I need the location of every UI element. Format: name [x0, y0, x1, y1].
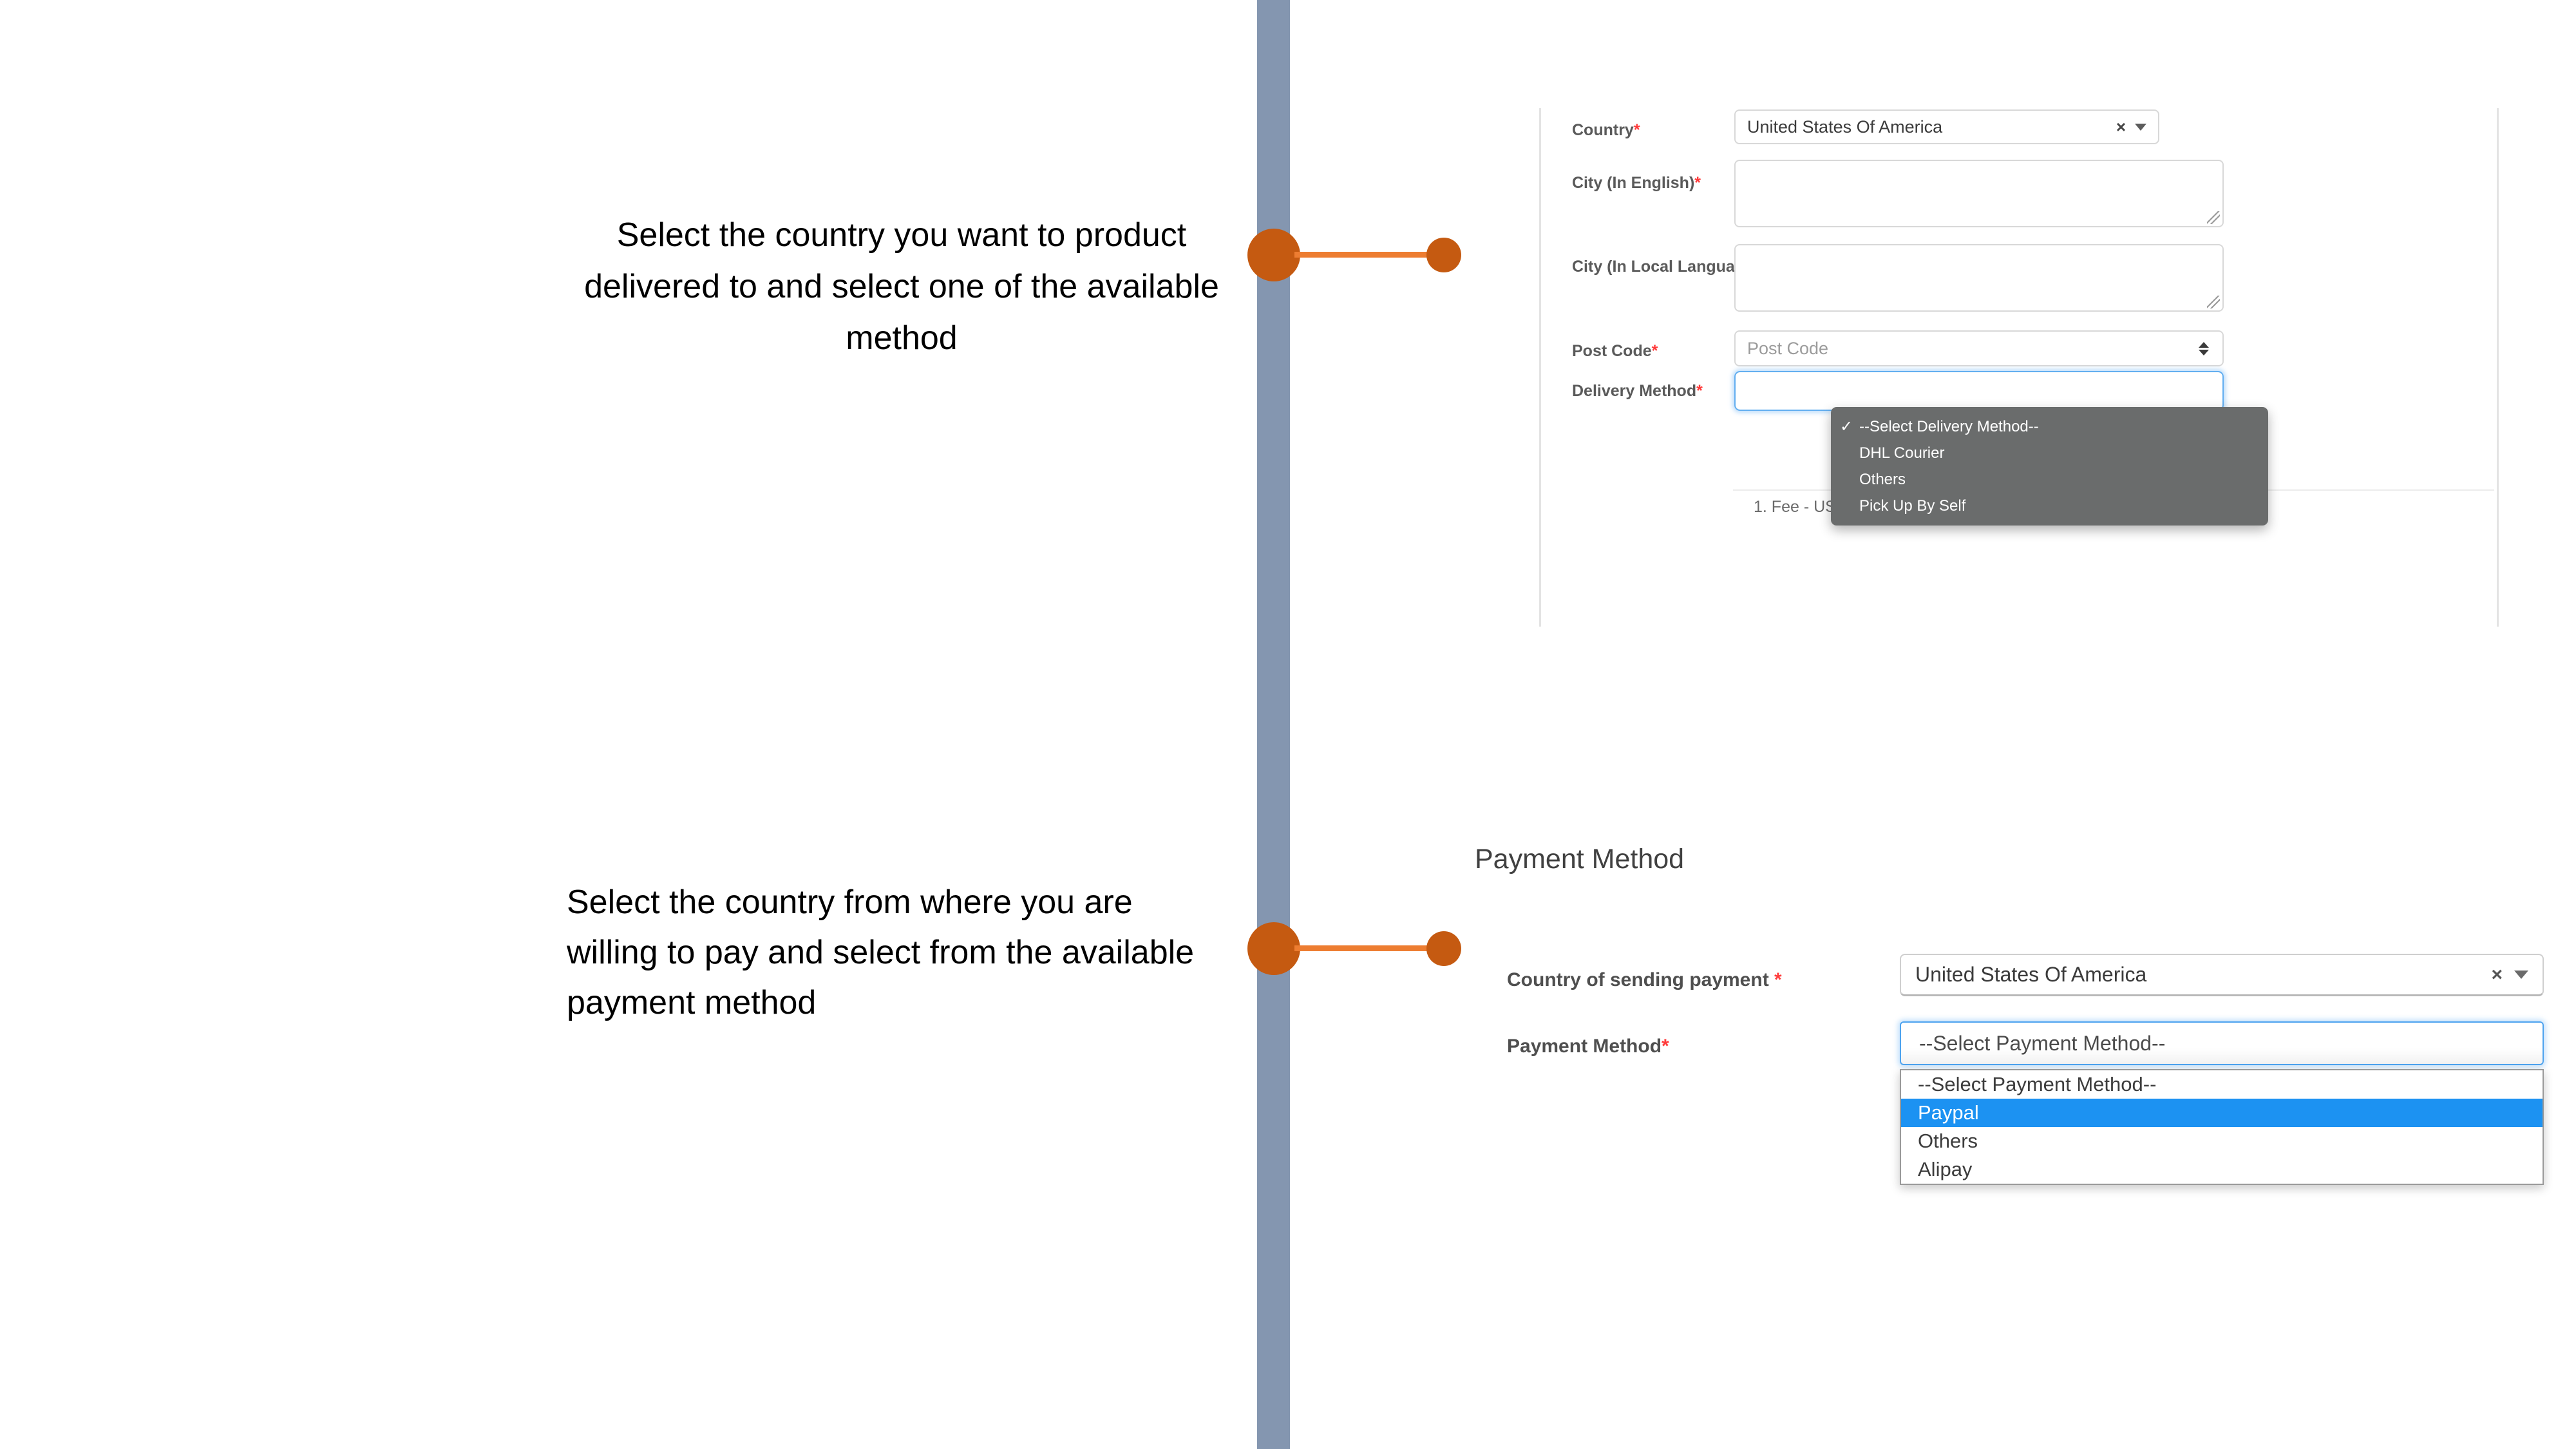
city-local-label: City (In Local Language) — [1572, 258, 1759, 276]
payment-method-select[interactable]: --Select Payment Method-- — [1900, 1021, 2544, 1065]
payment-callout-connector-line — [1294, 945, 1433, 951]
payment-method-label: Payment Method* — [1507, 1036, 1669, 1057]
delivery-callout-node-small — [1426, 238, 1461, 272]
post-code-label: Post Code* — [1572, 342, 1658, 360]
required-asterisk: * — [1662, 1036, 1669, 1057]
spinner-down-icon[interactable] — [2199, 349, 2209, 355]
delivery-callout-node-large — [1247, 229, 1300, 281]
required-asterisk: * — [1651, 342, 1658, 360]
payment-option-alipay[interactable]: Alipay — [1901, 1155, 2543, 1184]
checkmark-icon: ✓ — [1840, 444, 1859, 462]
required-asterisk: * — [1774, 969, 1782, 990]
delivery-option-others[interactable]: ✓ Others — [1831, 466, 2268, 493]
delivery-form-panel: Country* United States Of America × City… — [1539, 108, 2499, 627]
resize-grip-icon[interactable] — [2207, 211, 2220, 224]
delivery-option-label: Pick Up By Self — [1859, 497, 1966, 515]
delivery-callout-text: Select the country you want to product d… — [584, 216, 1219, 357]
clear-icon[interactable]: × — [2491, 965, 2503, 985]
payment-method-dropdown[interactable]: --Select Payment Method-- Paypal Others … — [1900, 1069, 2544, 1185]
delivery-option-dhl-courier[interactable]: ✓ DHL Courier — [1831, 440, 2268, 466]
country-of-payment-value: United States Of America — [1915, 963, 2147, 986]
payment-option-label: Paypal — [1918, 1101, 1979, 1124]
post-code-input[interactable]: Post Code — [1734, 330, 2224, 366]
delivery-option-label: --Select Delivery Method-- — [1859, 417, 2039, 435]
delivery-method-dropdown[interactable]: ✓ --Select Delivery Method-- ✓ DHL Couri… — [1831, 407, 2268, 526]
country-of-payment-label: Country of sending payment * — [1507, 969, 1782, 990]
number-spinner-icon[interactable] — [2197, 341, 2211, 355]
spinner-up-icon[interactable] — [2199, 341, 2209, 348]
city-local-textarea[interactable] — [1734, 244, 2224, 312]
delivery-option-pick-up-by-self[interactable]: ✓ Pick Up By Self — [1831, 493, 2268, 519]
payment-section-heading: Payment Method — [1475, 844, 1685, 875]
checkmark-icon: ✓ — [1840, 418, 1853, 435]
payment-option-label: Alipay — [1918, 1158, 1973, 1180]
checkmark-icon: ✓ — [1840, 470, 1859, 489]
delivery-method-label: Delivery Method* — [1572, 382, 1703, 400]
checkmark-icon: ✓ — [1840, 497, 1859, 515]
resize-grip-icon[interactable] — [2207, 296, 2220, 308]
payment-callout-node-small — [1426, 931, 1461, 966]
post-code-placeholder: Post Code — [1747, 338, 1829, 358]
delivery-option-label: Others — [1859, 470, 1906, 488]
payment-option-others[interactable]: Others — [1901, 1127, 2543, 1155]
required-asterisk: * — [1694, 174, 1701, 192]
delivery-option-select[interactable]: ✓ --Select Delivery Method-- — [1831, 413, 2268, 440]
delivery-method-select[interactable] — [1734, 371, 2224, 411]
payment-option-label: Others — [1918, 1130, 1978, 1152]
required-asterisk: * — [1696, 382, 1703, 400]
country-of-payment-select[interactable]: United States Of America × — [1900, 954, 2544, 996]
payment-callout-text: Select the country from where you are wi… — [567, 884, 1195, 1021]
delivery-callout-connector-line — [1294, 252, 1433, 258]
payment-option-paypal[interactable]: Paypal — [1901, 1099, 2543, 1127]
caret-down-icon[interactable] — [2514, 971, 2528, 979]
payment-method-value: --Select Payment Method-- — [1919, 1031, 2166, 1055]
city-english-label: City (In English)* — [1572, 174, 1701, 192]
delivery-option-label: DHL Courier — [1859, 444, 1945, 462]
payment-option-label: --Select Payment Method-- — [1918, 1073, 2157, 1095]
payment-option-select[interactable]: --Select Payment Method-- — [1901, 1070, 2543, 1099]
timeline-vertical-bar — [1257, 0, 1290, 1449]
payment-callout-node-large — [1247, 922, 1300, 975]
field-row-city-local: City (In Local Language) — [1541, 108, 2497, 312]
